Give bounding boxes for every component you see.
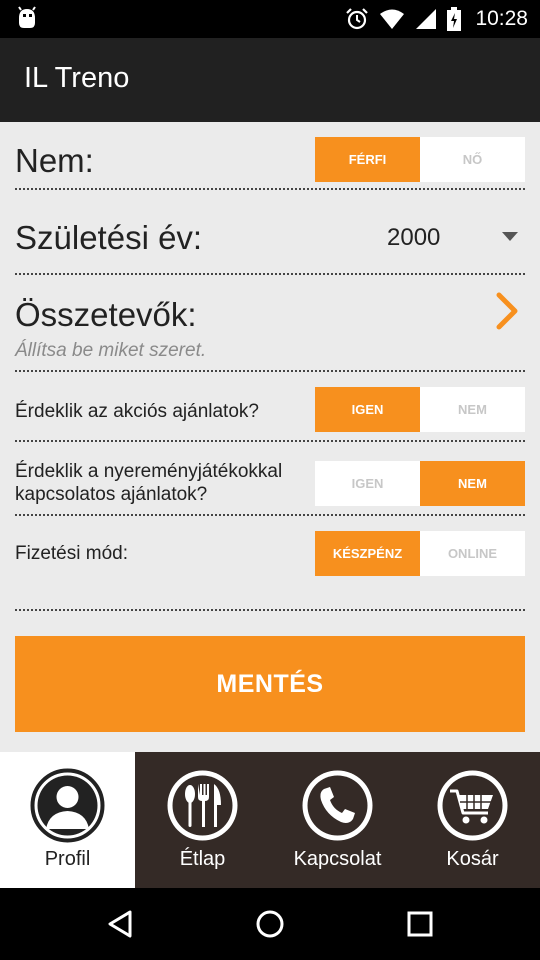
tab-contact[interactable]: Kapcsolat [270, 752, 405, 888]
status-time: 10:28 [475, 7, 528, 30]
app-bar: IL Treno [0, 38, 540, 122]
back-icon[interactable] [102, 906, 138, 942]
menu-cutlery-icon [167, 770, 238, 841]
status-icons: 10:28 [345, 0, 528, 38]
tab-profile-label: Profil [44, 848, 91, 870]
ingredients-label[interactable]: Összetevők: [15, 296, 197, 334]
promo-option-yes[interactable]: IGEN [315, 387, 420, 432]
gender-toggle: FÉRFI NŐ [315, 137, 525, 182]
tab-cart[interactable]: Kosár [405, 752, 540, 888]
payment-label: Fizetési mód: [15, 543, 128, 564]
lottery-option-no[interactable]: NEM [420, 461, 525, 506]
divider [15, 273, 525, 275]
tab-menu[interactable]: Étlap [135, 752, 270, 888]
payment-option-cash[interactable]: KÉSZPÉNZ [315, 531, 420, 576]
tab-contact-label: Kapcsolat [293, 848, 382, 870]
promo-label: Érdeklik az akciós ajánlatok? [15, 401, 259, 422]
signal-icon [416, 9, 437, 29]
divider [15, 440, 525, 442]
gender-label: Nem: [15, 142, 94, 179]
bottom-tab-bar: Profil Étlap Kapcsolat Kosár [0, 752, 540, 888]
system-nav-bar [0, 888, 540, 960]
tab-cart-label: Kosár [446, 848, 499, 870]
gender-option-male[interactable]: FÉRFI [315, 137, 420, 182]
status-bar: 10:28 [0, 0, 540, 38]
home-icon[interactable] [252, 906, 288, 942]
chevron-right-icon[interactable] [494, 292, 522, 330]
app-title: IL Treno [24, 62, 130, 94]
birth-year-label: Születési év: [15, 219, 203, 256]
alarm-icon [346, 8, 369, 30]
payment-option-online[interactable]: ONLINE [420, 531, 525, 576]
profile-form: Nem: FÉRFI NŐ Születési év: 2000 Összete… [0, 122, 540, 752]
lottery-toggle: IGEN NEM [315, 461, 525, 506]
gender-option-female[interactable]: NŐ [420, 137, 525, 182]
profile-icon [30, 768, 105, 843]
tab-profile[interactable]: Profil [0, 752, 135, 888]
lottery-label-line1: Érdeklik a nyereményjátékokkal [15, 461, 283, 482]
divider [15, 188, 525, 190]
birth-year-select[interactable]: 2000 [387, 224, 440, 252]
tab-menu-label: Étlap [179, 848, 226, 870]
dropdown-arrow-icon[interactable] [502, 232, 518, 241]
cart-icon [437, 770, 508, 841]
divider [15, 609, 525, 611]
ingredients-hint: Állítsa be miket szeret. [15, 340, 207, 361]
recents-icon[interactable] [402, 906, 438, 942]
android-notification-icon [18, 6, 36, 28]
wifi-icon [380, 9, 405, 29]
save-button[interactable]: MENTÉS [15, 636, 525, 732]
battery-icon [447, 7, 462, 31]
lottery-option-yes[interactable]: IGEN [315, 461, 420, 506]
divider [15, 370, 525, 372]
promo-toggle: IGEN NEM [315, 387, 525, 432]
divider [15, 514, 525, 516]
payment-toggle: KÉSZPÉNZ ONLINE [315, 531, 525, 576]
lottery-label-line2: kapcsolatos ajánlatok? [15, 484, 208, 505]
promo-option-no[interactable]: NEM [420, 387, 525, 432]
phone-icon [302, 770, 373, 841]
lottery-label: Érdeklik a nyereményjátékokkal kapcsolat… [15, 460, 282, 506]
